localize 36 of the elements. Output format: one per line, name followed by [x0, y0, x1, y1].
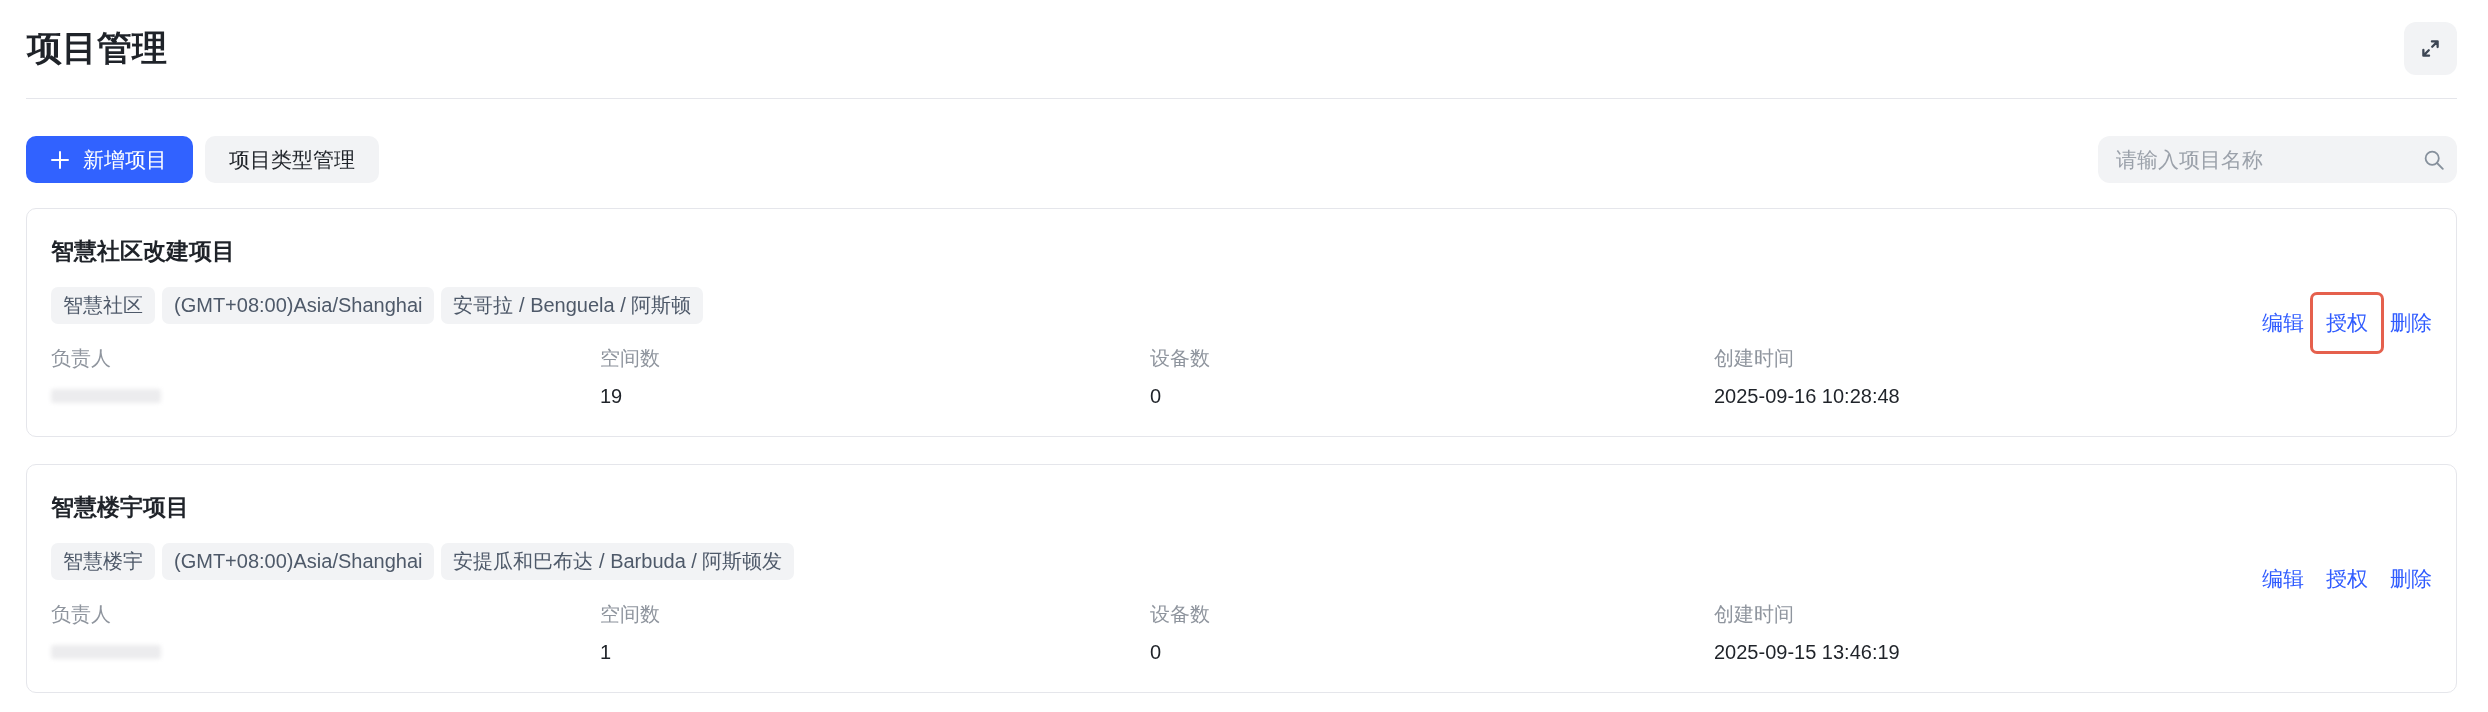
project-name: 智慧社区改建项目 [51, 237, 236, 266]
field-label: 负责人 [51, 346, 111, 371]
field-label: 空间数 [600, 346, 660, 371]
search-field[interactable]: 请输入项目名称 [2098, 136, 2457, 183]
field-label: 设备数 [1150, 346, 1210, 371]
field-value: 0 [1150, 384, 1162, 409]
plus-icon [51, 150, 69, 169]
field-label: 空间数 [600, 602, 660, 627]
field-value: 0 [1150, 640, 1162, 665]
expand-icon [2421, 39, 2440, 58]
field-label: 设备数 [1150, 602, 1210, 627]
action-link[interactable]: 删除 [2390, 564, 2432, 594]
action-link[interactable]: 授权 [2326, 564, 2368, 594]
expand-button[interactable] [2404, 22, 2457, 75]
project-tag: 智慧楼宇 [51, 543, 155, 580]
action-link[interactable]: 编辑 [2262, 308, 2304, 338]
add-project-button[interactable]: 新增项目 [26, 136, 193, 183]
action-link[interactable]: 删除 [2390, 308, 2432, 338]
project-type-button[interactable]: 项目类型管理 [205, 136, 379, 183]
project-name: 智慧楼宇项目 [51, 493, 190, 522]
field-label: 创建时间 [1714, 346, 1794, 371]
project-tag: 智慧社区 [51, 287, 155, 324]
search-icon [2424, 150, 2444, 170]
field-value: 2025-09-16 10:28:48 [1714, 384, 1900, 409]
project-tag: 安提瓜和巴布达 / Barbuda / 阿斯顿发 [441, 543, 795, 580]
project-tag: (GMT+08:00)Asia/Shanghai [162, 543, 435, 580]
field-label: 负责人 [51, 602, 111, 627]
field-value: 19 [600, 384, 623, 409]
project-tag: 安哥拉 / Benguela / 阿斯顿 [441, 287, 704, 324]
field-value: 1 [600, 640, 612, 665]
project-tag: (GMT+08:00)Asia/Shanghai [162, 287, 435, 324]
page-title: 项目管理 [27, 27, 167, 69]
action-link[interactable]: 编辑 [2262, 564, 2304, 594]
field-value: 2025-09-15 13:46:19 [1714, 640, 1900, 665]
action-link[interactable]: 授权 [2310, 292, 2384, 354]
field-label: 创建时间 [1714, 602, 1794, 627]
